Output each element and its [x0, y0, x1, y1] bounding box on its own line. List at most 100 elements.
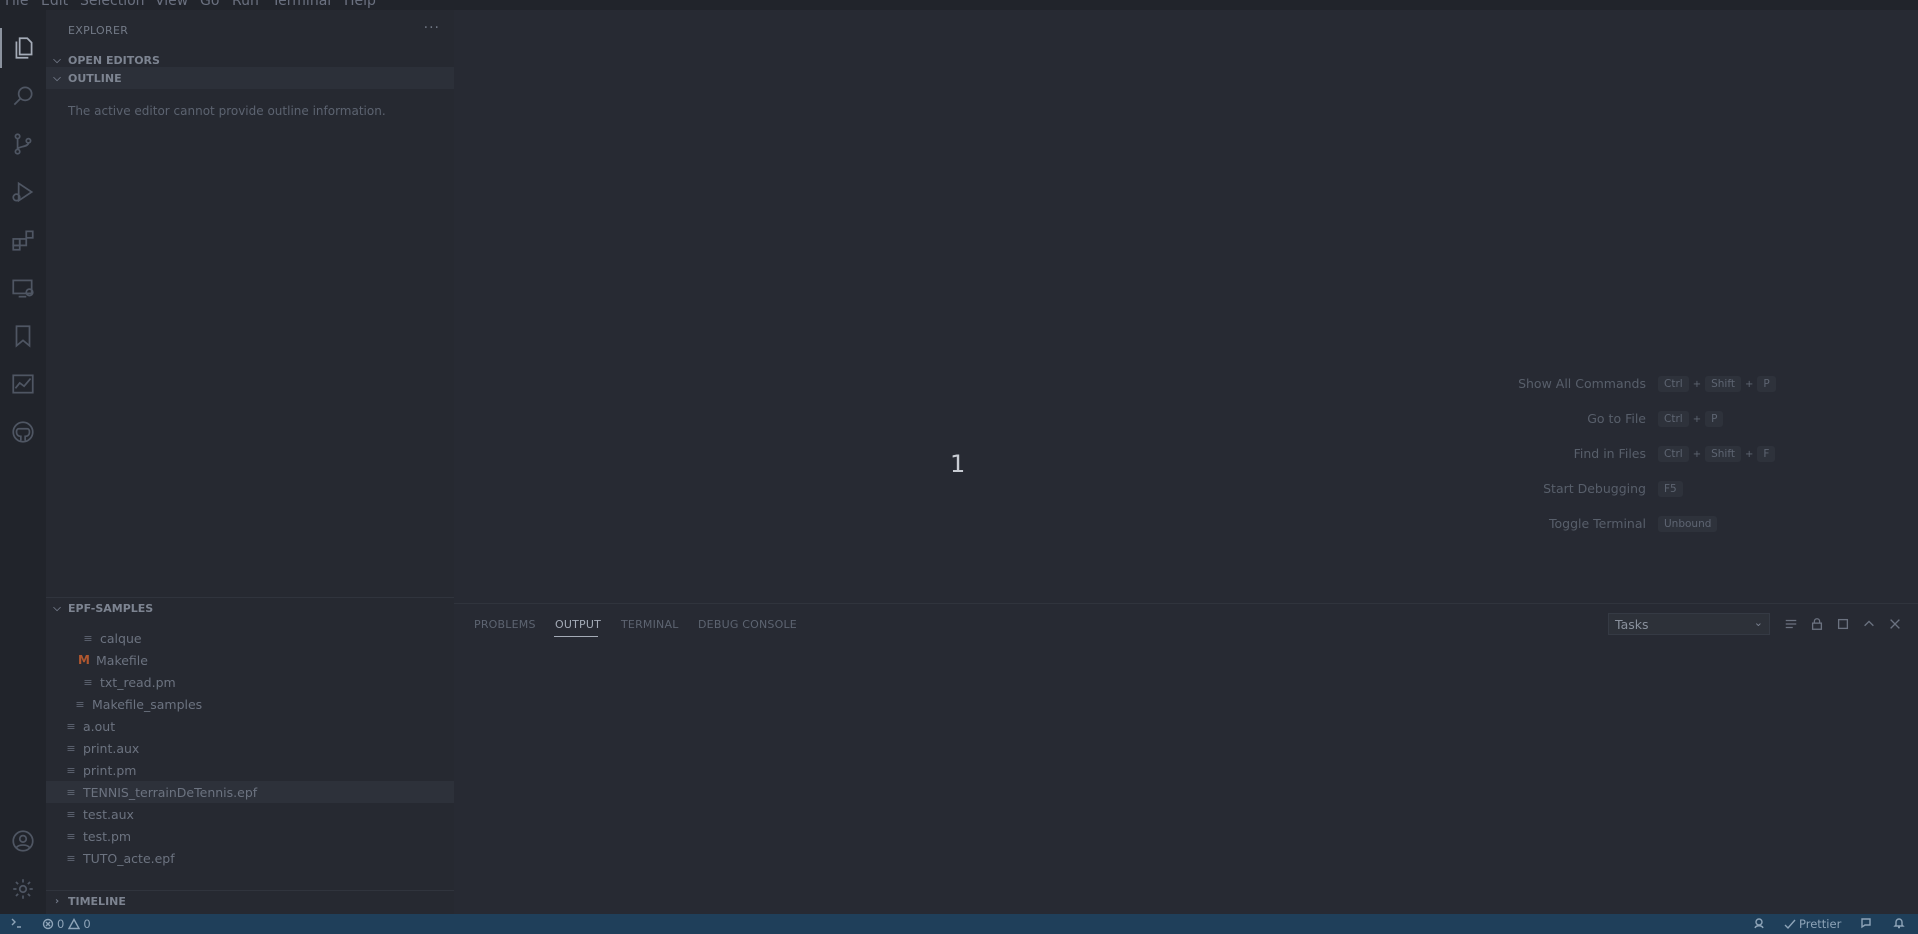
file-lines-icon: ≡: [66, 741, 76, 755]
select-value: Tasks: [1615, 616, 1649, 632]
tree-item-makefile-samples[interactable]: ≡ Makefile_samples: [46, 693, 454, 715]
chart-icon[interactable]: [0, 364, 46, 404]
menu-terminal[interactable]: Terminal: [272, 0, 331, 9]
file-name: Makefile_samples: [92, 696, 203, 712]
editor-area[interactable]: 1 Show All Commands Ctrl + Shift + P Go …: [454, 10, 1918, 603]
makefile-icon: M: [78, 653, 90, 667]
chevron-right-icon: ›: [54, 896, 60, 907]
tree-item-txt-read[interactable]: ≡ txt_read.pm: [46, 671, 454, 693]
outline-label: OUTLINE: [68, 71, 122, 85]
menu-help[interactable]: Help: [344, 0, 376, 9]
menu-selection[interactable]: Selection: [80, 0, 145, 9]
source-control-icon[interactable]: [0, 124, 46, 164]
file-lines-icon: ≡: [66, 785, 76, 799]
prettier-label: Prettier: [1799, 917, 1842, 931]
shortcut-toggle-terminal: Toggle Terminal Unbound: [454, 514, 1918, 534]
file-name: print.pm: [83, 762, 137, 778]
problems-indicator[interactable]: 0 0: [42, 917, 91, 931]
account-icon[interactable]: [0, 821, 46, 861]
tree-item-a-out[interactable]: ≡ a.out: [46, 715, 454, 737]
key: F: [1757, 446, 1776, 462]
remote-explorer-icon[interactable]: [0, 268, 46, 308]
feedback-icon[interactable]: [1860, 917, 1875, 929]
shortcut-find-in-files: Find in Files Ctrl + Shift + F: [454, 444, 1918, 464]
chevron-down-icon: ⌄: [1753, 616, 1763, 629]
file-name: a.out: [83, 718, 116, 734]
file-name: test.aux: [83, 806, 134, 822]
tab-output[interactable]: OUTPUT: [555, 618, 601, 631]
more-actions-icon[interactable]: ···: [424, 20, 440, 36]
shortcut-show-all-commands: Show All Commands Ctrl + Shift + P: [454, 374, 1918, 394]
error-count: 0: [57, 917, 65, 931]
shortcut-keys: Ctrl + Shift + P: [1658, 374, 1780, 394]
key: P: [1757, 376, 1776, 392]
file-name: Makefile: [96, 652, 148, 668]
tree-item-print-pm[interactable]: ≡ print.pm: [46, 759, 454, 781]
lock-icon[interactable]: [1807, 614, 1827, 634]
tab-debug-console[interactable]: DEBUG CONSOLE: [698, 618, 797, 631]
explorer-title: EXPLORER: [68, 24, 129, 37]
key: F5: [1658, 481, 1683, 497]
key: Ctrl: [1658, 376, 1689, 392]
plus-sign: +: [1692, 378, 1702, 390]
file-lines-icon: ≡: [66, 807, 76, 821]
file-name: test.pm: [83, 828, 132, 844]
run-debug-icon[interactable]: [0, 172, 46, 212]
notifications-icon[interactable]: [1893, 917, 1908, 929]
shortcut-label: Find in Files: [1573, 446, 1646, 461]
explorer-icon[interactable]: [0, 28, 46, 68]
clear-output-icon[interactable]: [1781, 614, 1801, 634]
tree-item-test-pm[interactable]: ≡ test.pm: [46, 825, 454, 847]
tree-item-tennis-epf[interactable]: ≡ TENNIS_terrainDeTennis.epf: [46, 781, 454, 803]
timeline-section[interactable]: › TIMELINE: [46, 890, 454, 912]
tree-item-tuto-acte[interactable]: ≡ TUTO_acte.epf: [46, 847, 454, 869]
shortcut-label: Start Debugging: [1543, 481, 1646, 496]
check-icon: [1784, 919, 1796, 930]
menu-file[interactable]: File: [5, 0, 28, 9]
settings-gear-icon[interactable]: [0, 869, 46, 909]
key: Ctrl: [1658, 411, 1689, 427]
file-name: calque: [100, 630, 142, 646]
prettier-status[interactable]: Prettier: [1784, 917, 1841, 931]
live-share-icon[interactable]: [1753, 917, 1768, 929]
key: Ctrl: [1658, 446, 1689, 462]
menu-go[interactable]: Go: [200, 0, 219, 9]
tree-item-print-aux[interactable]: ≡ print.aux: [46, 737, 454, 759]
bookmark-icon[interactable]: [0, 316, 46, 356]
plus-sign: +: [1744, 378, 1754, 390]
file-lines-icon: ≡: [83, 675, 93, 689]
shortcut-label: Toggle Terminal: [1549, 516, 1646, 531]
github-icon[interactable]: [0, 412, 46, 452]
search-icon[interactable]: [0, 76, 46, 116]
close-icon[interactable]: [1885, 614, 1905, 634]
output-channel-select[interactable]: Tasks ⌄: [1608, 613, 1770, 635]
file-name: TUTO_acte.epf: [83, 850, 175, 866]
tree-item-calque[interactable]: ≡ calque: [46, 627, 454, 649]
error-icon: [42, 918, 54, 930]
menu-view[interactable]: View: [155, 0, 188, 9]
tree-item-test-aux[interactable]: ≡ test.aux: [46, 803, 454, 825]
tab-problems[interactable]: PROBLEMS: [474, 618, 536, 631]
shortcut-go-to-file: Go to File Ctrl + P: [454, 409, 1918, 429]
shortcut-start-debugging: Start Debugging F5: [454, 479, 1918, 499]
file-lines-icon: ≡: [66, 719, 76, 733]
menu-edit[interactable]: Edit: [41, 0, 68, 9]
tab-terminal[interactable]: TERMINAL: [621, 618, 679, 631]
file-lines-icon: ≡: [83, 631, 93, 645]
chevron-down-icon: ⌵: [53, 603, 61, 614]
outline-section[interactable]: ⌵ OUTLINE: [46, 67, 454, 89]
folder-label: EPF-SAMPLES: [68, 602, 154, 615]
chevron-up-icon[interactable]: [1859, 614, 1879, 634]
vscode-window: File Edit Selection View Go Run Terminal…: [0, 0, 1918, 934]
maximize-panel-icon[interactable]: [1833, 614, 1853, 634]
tree-item-makefile[interactable]: M Makefile: [46, 649, 454, 671]
extensions-icon[interactable]: [0, 220, 46, 260]
folder-section-epf-samples[interactable]: ⌵ EPF-SAMPLES: [46, 597, 454, 619]
warning-count: 0: [83, 917, 91, 931]
shortcut-keys: Ctrl + P: [1658, 409, 1727, 429]
file-lines-icon: ≡: [66, 829, 76, 843]
remote-indicator-icon[interactable]: [10, 917, 25, 929]
menu-run[interactable]: Run: [232, 0, 259, 9]
shortcut-keys: Unbound: [1658, 514, 1721, 534]
file-lines-icon: ≡: [66, 851, 76, 865]
